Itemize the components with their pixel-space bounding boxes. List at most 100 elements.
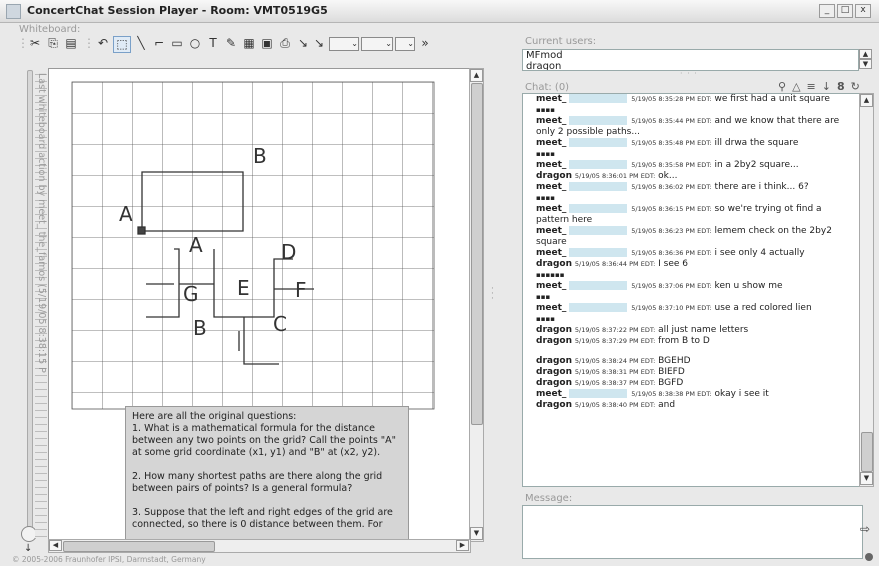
chat-scrollbar[interactable]: ▲ ▼ xyxy=(859,93,874,487)
message-timestamp: 5/19/05 8:36:36 PM EDT: xyxy=(631,249,712,257)
color-dropdown[interactable]: ⌄ xyxy=(395,37,415,51)
scroll-down-icon[interactable]: ▼ xyxy=(470,527,483,540)
users-scroll[interactable]: ▲ ▼ xyxy=(859,49,872,69)
chat-message: ▪▪▪ xyxy=(523,292,860,303)
copyright-text: © 2005-2006 Fraunhofer IPSI, Darmstadt, … xyxy=(12,555,206,564)
message-text: there are i think... 6? xyxy=(714,182,809,192)
chat-scroll-down-icon[interactable]: ▼ xyxy=(860,472,873,485)
rectangle-icon[interactable]: ▭ xyxy=(169,36,185,51)
chat-message: ▪▪▪▪ xyxy=(523,105,860,116)
author-highlight xyxy=(569,94,628,103)
search-icon[interactable]: ⚲ xyxy=(778,80,786,93)
pen-icon[interactable]: ✎ xyxy=(223,36,239,51)
image-icon[interactable]: ▣ xyxy=(259,36,275,51)
chat-message: square xyxy=(523,237,860,248)
list-icon[interactable]: ≡ xyxy=(807,80,816,93)
send-icon[interactable]: ⇨ xyxy=(860,522,870,536)
chat-message: meet_ 5/19/05 8:37:06 PM EDT: ken u show… xyxy=(523,281,860,292)
splitter-grip-icon[interactable]: · · · xyxy=(680,69,698,78)
chat-message: meet_ 5/19/05 8:35:28 PM EDT: we first h… xyxy=(523,94,860,105)
message-text: ▪▪▪▪▪▪ xyxy=(536,271,565,279)
message-author: meet_ xyxy=(536,226,567,236)
maximize-button[interactable]: □ xyxy=(837,4,853,18)
arrow-tool-icon[interactable]: ↘ xyxy=(311,36,327,51)
message-author: meet_ xyxy=(536,389,567,399)
chat-scroll-thumb[interactable] xyxy=(861,432,873,472)
message-text: ▪▪▪▪ xyxy=(536,150,555,158)
message-author: dragon xyxy=(536,367,572,377)
message-timestamp: 5/19/05 8:37:29 PM EDT: xyxy=(574,337,656,345)
users-scroll-up-icon[interactable]: ▲ xyxy=(859,49,872,59)
message-timestamp: 5/19/05 8:35:28 PM EDT: xyxy=(631,95,712,103)
link-icon[interactable]: ↘ xyxy=(295,36,311,51)
grid-icon[interactable]: ▦ xyxy=(241,36,257,51)
question-1: 1. What is a mathematical formula for th… xyxy=(132,423,397,458)
message-author: dragon xyxy=(536,400,572,410)
undo-icon[interactable]: ↶ xyxy=(95,36,111,51)
more-tools-icon[interactable]: » xyxy=(417,36,433,51)
users-list[interactable]: MFmod dragon xyxy=(522,49,859,71)
history-slider-track[interactable] xyxy=(27,70,33,528)
message-author: dragon xyxy=(536,378,572,388)
current-users-label: Current users: xyxy=(525,36,597,47)
text-icon[interactable]: T xyxy=(205,36,221,51)
divider-grip-icon[interactable]: · · · xyxy=(491,285,494,304)
resize-grip-icon[interactable] xyxy=(865,553,873,561)
minimize-button[interactable]: _ xyxy=(819,4,835,18)
questions-box: Here are all the original questions: 1. … xyxy=(125,406,409,540)
whiteboard-horizontal-scrollbar[interactable]: ◀ ▶ xyxy=(48,539,471,553)
label-e: E xyxy=(237,276,250,300)
whiteboard-label: Whiteboard: xyxy=(19,24,81,35)
copy-icon[interactable]: ⎘ xyxy=(45,36,61,51)
message-text: BIEFD xyxy=(658,367,685,377)
author-highlight xyxy=(569,116,628,125)
message-input[interactable] xyxy=(522,505,863,559)
connector-icon[interactable]: ⌐ xyxy=(151,36,167,51)
horizontal-scroll-thumb[interactable] xyxy=(63,541,215,552)
vertical-scroll-thumb[interactable] xyxy=(471,83,483,425)
user-item[interactable]: MFmod xyxy=(523,50,858,61)
font-dropdown[interactable]: ⌄ xyxy=(329,37,359,51)
message-timestamp: 5/19/05 8:36:44 PM EDT: xyxy=(574,260,656,268)
message-text: use a red colored lien xyxy=(714,303,812,313)
chat-message: only 2 possible paths... xyxy=(523,127,860,138)
chat-message: ▪▪▪▪ xyxy=(523,193,860,204)
scroll-up-icon[interactable]: ▲ xyxy=(470,69,483,82)
chat-message: dragon 5/19/05 8:37:29 PM EDT: from B to… xyxy=(523,336,860,347)
message-timestamp: 5/19/05 8:36:02 PM EDT: xyxy=(631,183,712,191)
author-highlight xyxy=(569,138,628,147)
alert-icon[interactable]: △ xyxy=(792,80,800,93)
chat-scroll-up-icon[interactable]: ▲ xyxy=(860,94,873,107)
font-dropdown-chevron-icon: ⌄ xyxy=(351,39,358,48)
chat-history[interactable]: meet_ 5/19/05 8:35:28 PM EDT: we first h… xyxy=(522,93,861,487)
point-a-marker xyxy=(137,226,146,235)
cut-icon[interactable]: ✂ xyxy=(27,36,43,51)
message-label: Message: xyxy=(525,493,573,504)
message-author: meet_ xyxy=(536,116,567,126)
users-scroll-down-icon[interactable]: ▼ xyxy=(859,59,872,69)
close-button[interactable]: x xyxy=(855,4,871,18)
message-text: I see 6 xyxy=(658,259,689,269)
last-action-status: Last whiteboard action by meet_ the_famo… xyxy=(36,73,47,373)
select-icon[interactable]: ⬚ xyxy=(113,36,131,53)
message-timestamp: 5/19/05 8:38:31 PM EDT: xyxy=(574,368,656,376)
message-text: i see only 4 actually xyxy=(714,248,805,258)
line-width-dropdown[interactable]: ⌄ xyxy=(361,37,393,51)
chat-message: meet_ 5/19/05 8:35:58 PM EDT: in a 2by2 … xyxy=(523,160,860,171)
ellipse-icon[interactable]: ○ xyxy=(187,36,203,51)
scroll-right-icon[interactable]: ▶ xyxy=(456,540,469,551)
export-icon[interactable]: ⎙ xyxy=(277,36,293,51)
refresh-icon[interactable]: ↻ xyxy=(851,80,860,93)
paste-icon[interactable]: ▤ xyxy=(63,36,79,51)
chat-message: dragon 5/19/05 8:38:24 PM EDT: BGEHD xyxy=(523,356,860,367)
whiteboard-vertical-scrollbar[interactable]: ▲ ▼ xyxy=(469,68,484,542)
line-icon[interactable]: ╲ xyxy=(133,36,149,51)
slider-down-icon[interactable]: ↓ xyxy=(24,543,32,554)
scroll-left-icon[interactable]: ◀ xyxy=(49,540,62,551)
font-icon[interactable]: 8 xyxy=(837,80,845,93)
chat-message: dragon 5/19/05 8:36:44 PM EDT: I see 6 xyxy=(523,259,860,270)
message-text: okay i see it xyxy=(714,389,769,399)
grid xyxy=(72,82,434,409)
download-icon[interactable]: ↓ xyxy=(822,80,831,93)
message-author: dragon xyxy=(536,259,572,269)
